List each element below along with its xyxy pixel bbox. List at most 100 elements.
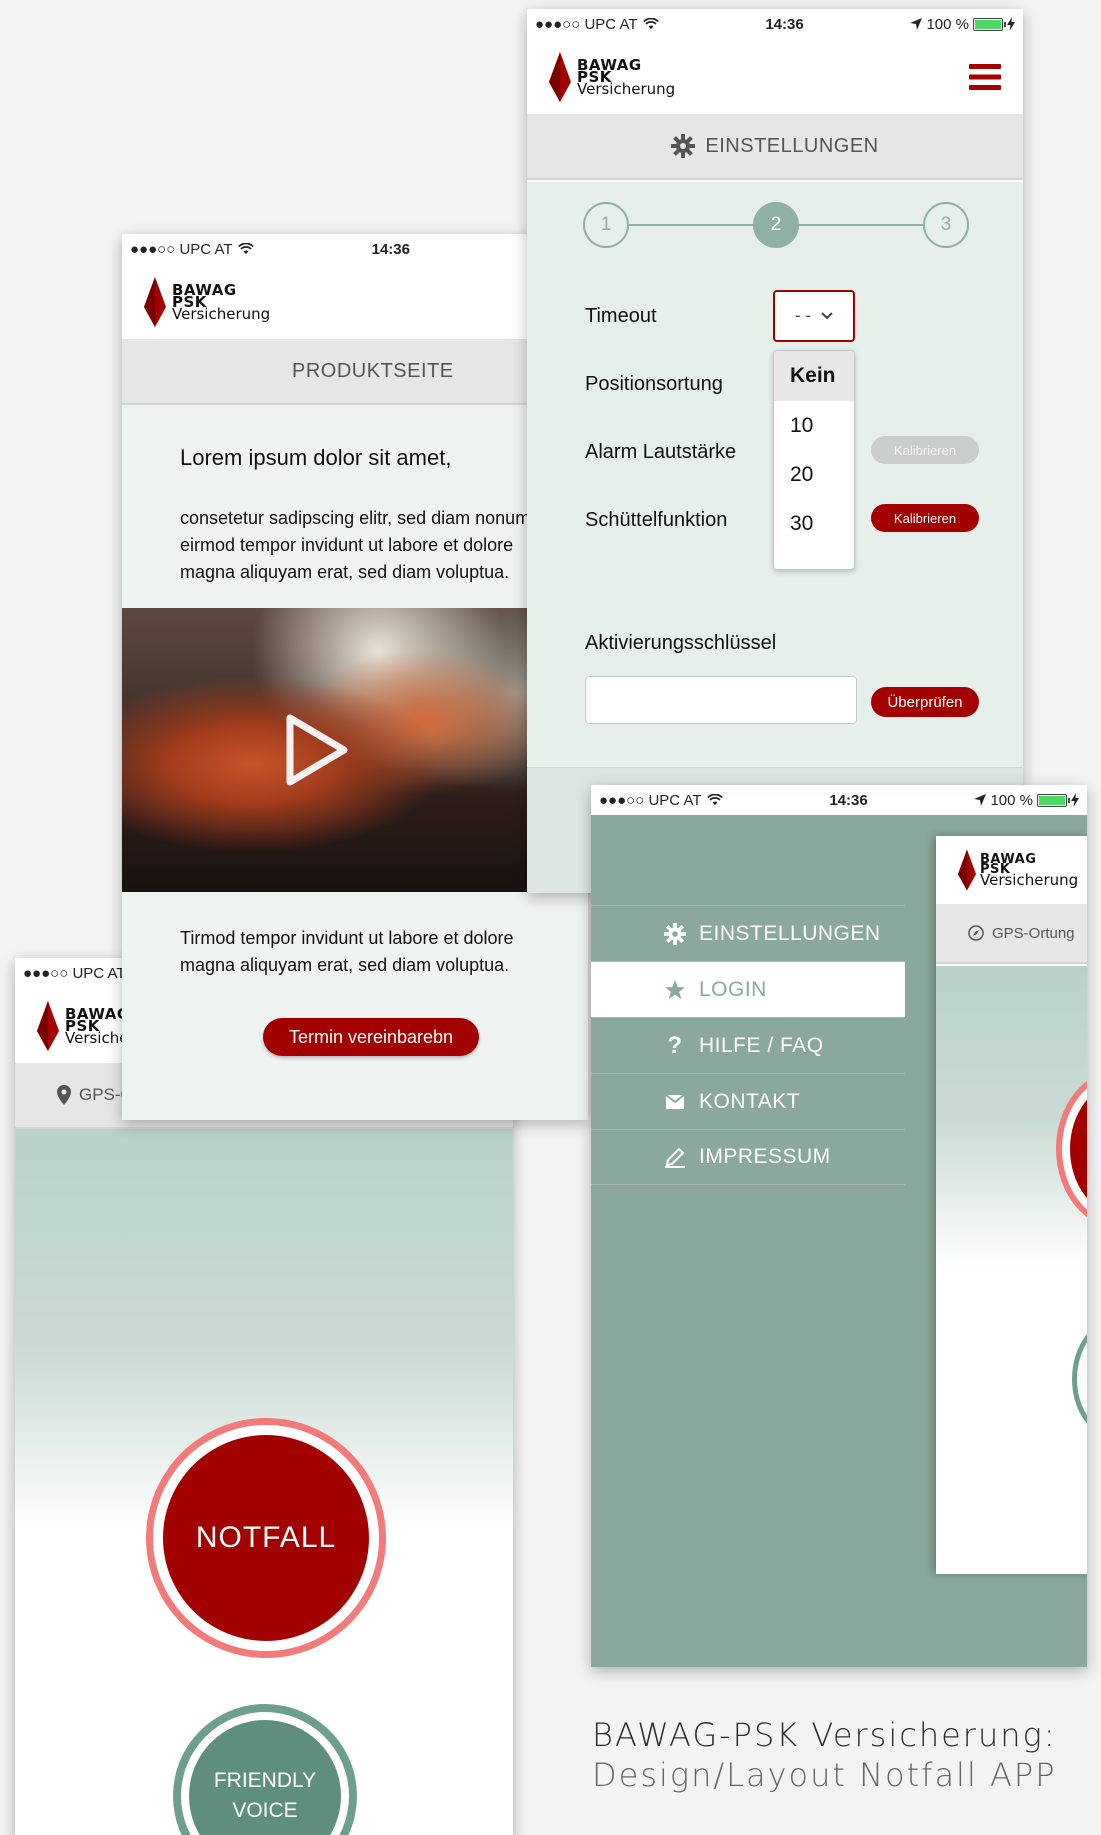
location-arrow-icon: [910, 18, 923, 30]
caption: BAWAG-PSK Versicherung: Design/Layout No…: [592, 1716, 1057, 1794]
position-label: Positionsortung: [585, 373, 723, 395]
timeout-dropdown: Kein 10 20 30: [773, 350, 855, 570]
battery-label: 100 %: [990, 791, 1033, 809]
notfall-button[interactable]: NOTFALL: [163, 1435, 369, 1641]
star-icon: [664, 979, 686, 999]
carrier-label: ●●●○○ UPC AT: [599, 791, 702, 809]
wifi-icon: [237, 243, 254, 254]
brand-logo: BAWAG PSK Versicherung: [144, 276, 271, 327]
menu-item-label: LOGIN: [699, 977, 767, 1001]
question-icon: ?: [667, 1031, 683, 1059]
side-menu: EINSTELLUNGEN LOGIN ? HILFE / FAQ KONTAK…: [591, 905, 905, 1185]
timeout-option[interactable]: Kein: [774, 351, 854, 401]
location-header: GPS-Ortung: [936, 904, 1087, 964]
logo-line3: Versicherung: [577, 79, 676, 98]
menu-item-label: KONTAKT: [699, 1089, 801, 1113]
menu-item-label: EINSTELLUNGEN: [699, 921, 881, 945]
logo-mark-icon: [144, 276, 166, 327]
shake-calibrate-button[interactable]: Kalibrieren: [871, 504, 979, 532]
section-title: PRODUKTSEITE: [292, 359, 454, 382]
battery-icon: [973, 17, 1006, 31]
play-icon[interactable]: [280, 712, 350, 788]
logo-line3: Versicherung: [980, 871, 1079, 889]
hamburger-menu-icon[interactable]: [969, 63, 1001, 90]
location-label: GPS-Ortung: [992, 924, 1075, 942]
friendly-label-2: VOICE: [232, 1799, 298, 1822]
appointment-label: Termin vereinbarebn: [288, 1026, 454, 1047]
battery-label: 100 %: [926, 15, 969, 33]
timeout-select[interactable]: - -: [773, 290, 855, 342]
timeout-label: Timeout: [585, 305, 657, 327]
header: BAWAG PSK Versicherung: [122, 264, 588, 339]
carrier-label: ●●●○○ UPC AT: [130, 240, 233, 258]
step-3[interactable]: 3: [923, 202, 969, 248]
verify-button[interactable]: Überprüfen: [871, 687, 979, 717]
step-indicator: 1 2 3: [583, 202, 969, 248]
brand-logo: BAWAG PSK Versicherung: [936, 836, 1087, 904]
charging-icon: [1007, 17, 1015, 31]
chevron-down-icon: [821, 312, 833, 320]
gear-icon: [664, 922, 686, 945]
status-time: 14:36: [829, 791, 868, 809]
mail-icon: [666, 1094, 684, 1109]
section-title: EINSTELLUNGEN: [705, 134, 879, 157]
step-1[interactable]: 1: [583, 202, 629, 248]
notfall-label: NOTFALL: [195, 1521, 337, 1554]
section-header: EINSTELLUNGEN: [527, 114, 1023, 180]
menu-item-kontakt[interactable]: KONTAKT: [591, 1073, 905, 1129]
alarm-calibrate-button[interactable]: Kalibrieren: [871, 436, 979, 464]
status-time: 14:36: [765, 15, 804, 33]
video-player[interactable]: [122, 608, 588, 892]
alarm-volume-label: Alarm Lautstärke: [585, 441, 737, 463]
location-arrow-icon: [974, 794, 987, 806]
product-screen: ●●●○○ UPC AT 14:36 BAWAG PSK Versicherun…: [122, 234, 588, 1120]
timeout-option[interactable]: 20: [774, 450, 854, 499]
menu-item-label: IMPRESSUM: [699, 1145, 831, 1168]
settings-screen: ●●●○○ UPC AT 14:36 100 % BAWAG PSK Versi…: [527, 9, 1023, 893]
status-bar: ●●●○○ UPC AT 14:36 100 %: [591, 785, 1087, 815]
menu-item-label: HILFE / FAQ: [699, 1033, 824, 1057]
caption-title: BAWAG-PSK Versicherung:: [592, 1716, 1057, 1754]
logo-mark-icon: [958, 849, 976, 891]
main-screen-peek[interactable]: BAWAG PSK Versicherung GPS-Ortung: [936, 836, 1087, 1574]
wifi-icon: [706, 794, 723, 805]
notfall-body: NOTFALL FRIENDLY VOICE: [15, 1129, 513, 1835]
menu-screen: ●●●○○ UPC AT 14:36 100 % EINSTELLUNGEN L…: [591, 785, 1087, 1667]
battery-icon: [1037, 793, 1070, 807]
caption-subtitle: Design/Layout Notfall APP: [592, 1756, 1057, 1794]
product-heading: Lorem ipsum dolor sit amet,: [180, 445, 452, 470]
brand-logo: BAWAG PSK Versicherung: [549, 51, 676, 102]
pencil-icon: [665, 1147, 685, 1168]
appointment-button[interactable]: Termin vereinbarebn: [263, 1018, 479, 1056]
wifi-icon: [642, 18, 659, 29]
friendly-label-1: FRIENDLY: [213, 1769, 317, 1792]
product-paragraph-2: Tirmod tempor invidunt ut labore et dolo…: [180, 928, 514, 975]
status-bar: ●●●○○ UPC AT 14:36: [122, 234, 588, 264]
shake-label: Schüttelfunktion: [585, 509, 728, 531]
friendly-voice-ring: FRIENDLY VOICE: [173, 1704, 357, 1835]
menu-item-hilfe[interactable]: ? HILFE / FAQ: [591, 1017, 905, 1073]
carrier-label: ●●●○○ UPC AT: [23, 964, 126, 982]
header: BAWAG PSK Versicherung: [527, 39, 1023, 114]
timeout-option[interactable]: 30: [774, 499, 854, 548]
menu-item-einstellungen[interactable]: EINSTELLUNGEN: [591, 905, 905, 961]
timeout-value: - -: [794, 306, 812, 325]
step-2[interactable]: 2: [753, 202, 799, 248]
product-content: Lorem ipsum dolor sit amet, consetetur s…: [122, 405, 588, 1120]
compass-icon: [968, 925, 984, 941]
activation-key-label: Aktivierungsschlüssel: [585, 632, 777, 654]
logo-mark-icon: [549, 51, 571, 102]
logo-line3: Versicherung: [172, 304, 271, 323]
gear-icon: [671, 134, 696, 158]
activation-key-input[interactable]: [585, 676, 857, 724]
location-pin-icon: [57, 1085, 71, 1105]
friendly-voice-button[interactable]: FRIENDLY VOICE: [189, 1720, 341, 1835]
charging-icon: [1071, 793, 1079, 807]
notfall-ring: NOTFALL: [146, 1418, 386, 1658]
logo-mark-icon: [37, 1000, 59, 1051]
carrier-label: ●●●○○ UPC AT: [535, 15, 638, 33]
menu-item-impressum[interactable]: IMPRESSUM: [591, 1129, 905, 1185]
timeout-option[interactable]: 10: [774, 401, 854, 450]
menu-item-login[interactable]: LOGIN: [591, 961, 905, 1017]
status-time: 14:36: [371, 240, 410, 258]
